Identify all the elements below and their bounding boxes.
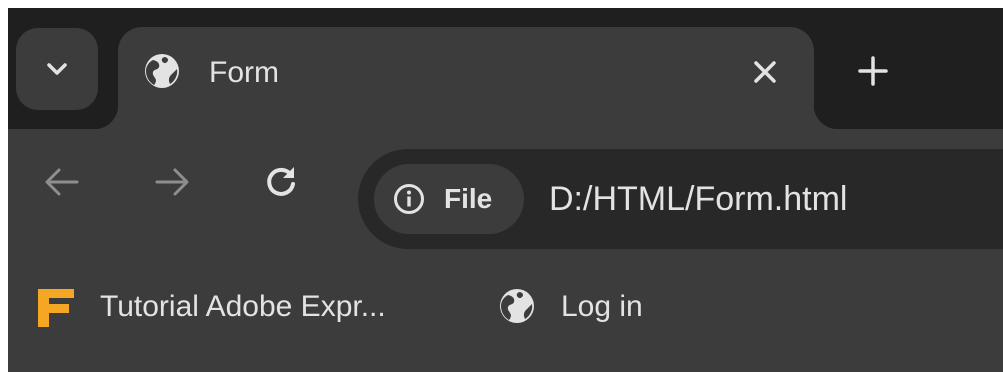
tab-form[interactable]: Form xyxy=(94,27,838,129)
forward-button[interactable] xyxy=(147,157,197,207)
url-text: D:/HTML/Form.html xyxy=(549,180,848,218)
tab-strip: Form xyxy=(8,8,1003,129)
f-logo-icon xyxy=(38,289,74,327)
globe-icon xyxy=(500,289,534,323)
site-chip-label: File xyxy=(444,183,493,214)
bookmark-label: Tutorial Adobe Expr... xyxy=(100,290,386,323)
tab-close-button[interactable] xyxy=(745,52,785,92)
bookmark-log-in[interactable]: Log in xyxy=(499,280,679,332)
site-info-chip[interactable]: File xyxy=(374,164,524,234)
reload-icon xyxy=(267,167,295,196)
info-icon xyxy=(394,184,424,214)
tab-title: Form xyxy=(209,56,279,89)
address-bar[interactable]: File D:/HTML/Form.html xyxy=(358,149,1003,249)
new-tab-button[interactable] xyxy=(850,48,896,94)
bookmark-label: Log in xyxy=(561,290,643,323)
arrow-left-icon xyxy=(45,168,79,196)
bookmarks-bar: Tutorial Adobe Expr... Log in xyxy=(8,268,1003,348)
reload-button[interactable] xyxy=(256,157,306,207)
globe-icon xyxy=(145,54,179,88)
tab-search-button[interactable] xyxy=(16,28,98,110)
chevron-down-icon xyxy=(47,63,67,75)
browser-window: Form File D:/HTML/Form.html Tutorial Ado… xyxy=(8,8,1003,372)
arrow-right-icon xyxy=(155,168,189,196)
plus-icon xyxy=(858,56,888,86)
close-icon xyxy=(754,61,776,83)
bookmark-tutorial-adobe-express[interactable]: Tutorial Adobe Expr... xyxy=(30,280,480,332)
back-button[interactable] xyxy=(37,157,87,207)
toolbar: File D:/HTML/Form.html xyxy=(8,129,1003,253)
